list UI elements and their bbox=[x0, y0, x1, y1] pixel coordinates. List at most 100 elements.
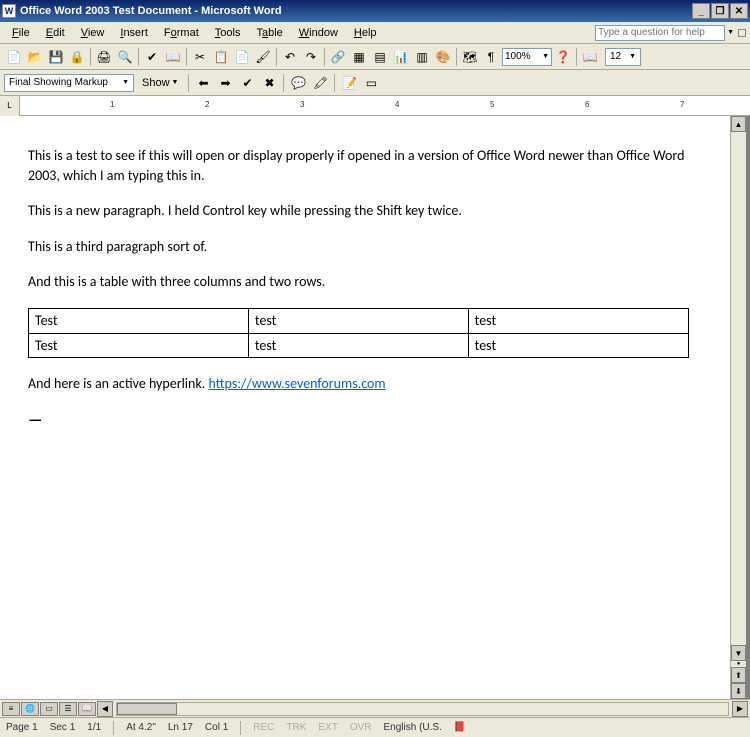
titlebar: W Office Word 2003 Test Document - Micro… bbox=[0, 0, 750, 22]
doc-map-icon[interactable]: 🗺 bbox=[460, 47, 480, 67]
paragraph: This is a third paragraph sort of. bbox=[28, 237, 702, 257]
status-at: At 4.2" bbox=[126, 722, 156, 733]
comment-icon[interactable]: 💬 bbox=[288, 73, 308, 93]
close-button[interactable]: ✕ bbox=[730, 3, 748, 19]
document-page[interactable]: This is a test to see if this will open … bbox=[0, 116, 730, 699]
window-toggle-icon[interactable] bbox=[738, 29, 746, 37]
new-doc-icon[interactable]: 📄 bbox=[4, 47, 24, 67]
normal-view-button[interactable]: ≡ bbox=[2, 702, 20, 716]
next-change-icon[interactable]: ➡ bbox=[215, 73, 235, 93]
app-icon: W bbox=[2, 4, 16, 18]
table-cell[interactable]: test bbox=[468, 308, 688, 333]
menu-insert[interactable]: Insert bbox=[112, 25, 156, 41]
scroll-down-button[interactable]: ▼ bbox=[731, 645, 746, 661]
table-cell[interactable]: test bbox=[248, 308, 468, 333]
accept-change-icon[interactable]: ✔ bbox=[237, 73, 257, 93]
paste-icon[interactable]: 📄 bbox=[232, 47, 252, 67]
outline-view-button[interactable]: ☰ bbox=[59, 702, 77, 716]
status-ext[interactable]: EXT bbox=[318, 722, 337, 733]
table-cell[interactable]: test bbox=[468, 333, 688, 358]
help-icon[interactable]: ❓ bbox=[553, 47, 573, 67]
menu-view[interactable]: View bbox=[73, 25, 113, 41]
status-pages: 1/1 bbox=[87, 722, 101, 733]
table-cell[interactable]: Test bbox=[29, 333, 249, 358]
standard-toolbar: 📄 📂 💾 🔒 🖨 🔍 ✔ 📖 ✂ 📋 📄 🖌 ↶ ↷ 🔗 ▦ ▤ 📊 ▥ 🎨 … bbox=[0, 44, 750, 70]
table-cell[interactable]: Test bbox=[29, 308, 249, 333]
ruler-tick: 1 bbox=[110, 100, 114, 109]
track-changes-icon[interactable]: 📝 bbox=[339, 73, 359, 93]
paragraph: This is a test to see if this will open … bbox=[28, 146, 702, 185]
menu-format[interactable]: Format bbox=[156, 25, 207, 41]
research-icon[interactable]: 📖 bbox=[163, 47, 183, 67]
menu-tools[interactable]: Tools bbox=[207, 25, 249, 41]
show-hide-icon[interactable]: ¶ bbox=[481, 47, 501, 67]
permission-icon[interactable]: 🔒 bbox=[67, 47, 87, 67]
status-page: Page 1 bbox=[6, 722, 38, 733]
drawing-icon[interactable]: 🎨 bbox=[433, 47, 453, 67]
minimize-button[interactable]: _ bbox=[692, 3, 710, 19]
copy-icon[interactable]: 📋 bbox=[211, 47, 231, 67]
open-icon[interactable]: 📂 bbox=[25, 47, 45, 67]
insert-table-icon[interactable]: ▤ bbox=[370, 47, 390, 67]
show-label: Show bbox=[142, 77, 170, 89]
horizontal-scrollbar[interactable] bbox=[116, 702, 729, 716]
spellcheck-icon[interactable]: ✔ bbox=[142, 47, 162, 67]
status-rec[interactable]: REC bbox=[253, 722, 274, 733]
separator bbox=[283, 74, 284, 92]
vertical-scrollbar[interactable]: ▲ ▼ ● ⬆ ⬇ bbox=[730, 116, 746, 699]
save-icon[interactable]: 💾 bbox=[46, 47, 66, 67]
statusbar: Page 1 Sec 1 1/1 At 4.2" Ln 17 Col 1 REC… bbox=[0, 717, 750, 737]
tables-borders-icon[interactable]: ▦ bbox=[349, 47, 369, 67]
ruler-tick: 6 bbox=[585, 100, 589, 109]
hyperlink-icon[interactable]: 🔗 bbox=[328, 47, 348, 67]
scroll-right-button[interactable]: ▶ bbox=[732, 701, 748, 717]
web-view-button[interactable]: 🌐 bbox=[21, 702, 39, 716]
reading-view-button[interactable]: 📖 bbox=[78, 702, 96, 716]
columns-icon[interactable]: ▥ bbox=[412, 47, 432, 67]
separator bbox=[324, 48, 325, 66]
previous-change-icon[interactable]: ⬅ bbox=[193, 73, 213, 93]
print-view-button[interactable]: ▭ bbox=[40, 702, 58, 716]
show-menu-button[interactable]: Show ▼ bbox=[136, 75, 184, 91]
status-ovr[interactable]: OVR bbox=[350, 722, 372, 733]
separator bbox=[276, 48, 277, 66]
separator bbox=[456, 48, 457, 66]
menu-window[interactable]: Window bbox=[291, 25, 346, 41]
highlight-icon[interactable]: 🖍 bbox=[310, 73, 330, 93]
reject-change-icon[interactable]: ✖ bbox=[259, 73, 279, 93]
menu-edit[interactable]: Edit bbox=[38, 25, 73, 41]
zoom-selector[interactable]: 100% ▼ bbox=[502, 48, 552, 66]
next-page-button[interactable]: ⬇ bbox=[731, 683, 746, 699]
print-icon[interactable]: 🖨 bbox=[94, 47, 114, 67]
scroll-track[interactable] bbox=[731, 132, 746, 645]
excel-icon[interactable]: 📊 bbox=[391, 47, 411, 67]
help-dropdown-icon[interactable]: ▼ bbox=[727, 29, 734, 36]
menu-help[interactable]: Help bbox=[346, 25, 385, 41]
scroll-thumb[interactable] bbox=[117, 703, 177, 715]
reviewing-pane-icon[interactable]: ▭ bbox=[361, 73, 381, 93]
print-preview-icon[interactable]: 🔍 bbox=[115, 47, 135, 67]
menu-table[interactable]: Table bbox=[248, 25, 290, 41]
separator bbox=[186, 48, 187, 66]
status-spellcheck-icon[interactable]: 📕 bbox=[454, 722, 466, 733]
cut-icon[interactable]: ✂ bbox=[190, 47, 210, 67]
format-painter-icon[interactable]: 🖌 bbox=[253, 47, 273, 67]
status-language[interactable]: English (U.S. bbox=[384, 722, 442, 733]
scroll-left-button[interactable]: ◀ bbox=[97, 701, 113, 717]
status-trk[interactable]: TRK bbox=[286, 722, 306, 733]
redo-icon[interactable]: ↷ bbox=[301, 47, 321, 67]
table-cell[interactable]: test bbox=[248, 333, 468, 358]
tab-selector[interactable]: L bbox=[0, 96, 20, 116]
read-icon[interactable]: 📖 bbox=[580, 47, 600, 67]
scroll-up-button[interactable]: ▲ bbox=[731, 116, 746, 132]
menu-file[interactable]: File bbox=[4, 25, 38, 41]
fontsize-selector[interactable]: 12 ▼ bbox=[605, 48, 641, 66]
horizontal-ruler[interactable]: 1 2 3 4 5 6 7 bbox=[20, 98, 750, 114]
ruler-tick: 4 bbox=[395, 100, 399, 109]
help-search-input[interactable] bbox=[595, 25, 725, 41]
undo-icon[interactable]: ↶ bbox=[280, 47, 300, 67]
hyperlink[interactable]: https://www.sevenforums.com bbox=[208, 375, 385, 392]
prev-page-button[interactable]: ⬆ bbox=[731, 667, 746, 683]
display-for-review-selector[interactable]: Final Showing Markup ▼ bbox=[4, 74, 134, 92]
restore-button[interactable]: ❐ bbox=[711, 3, 729, 19]
